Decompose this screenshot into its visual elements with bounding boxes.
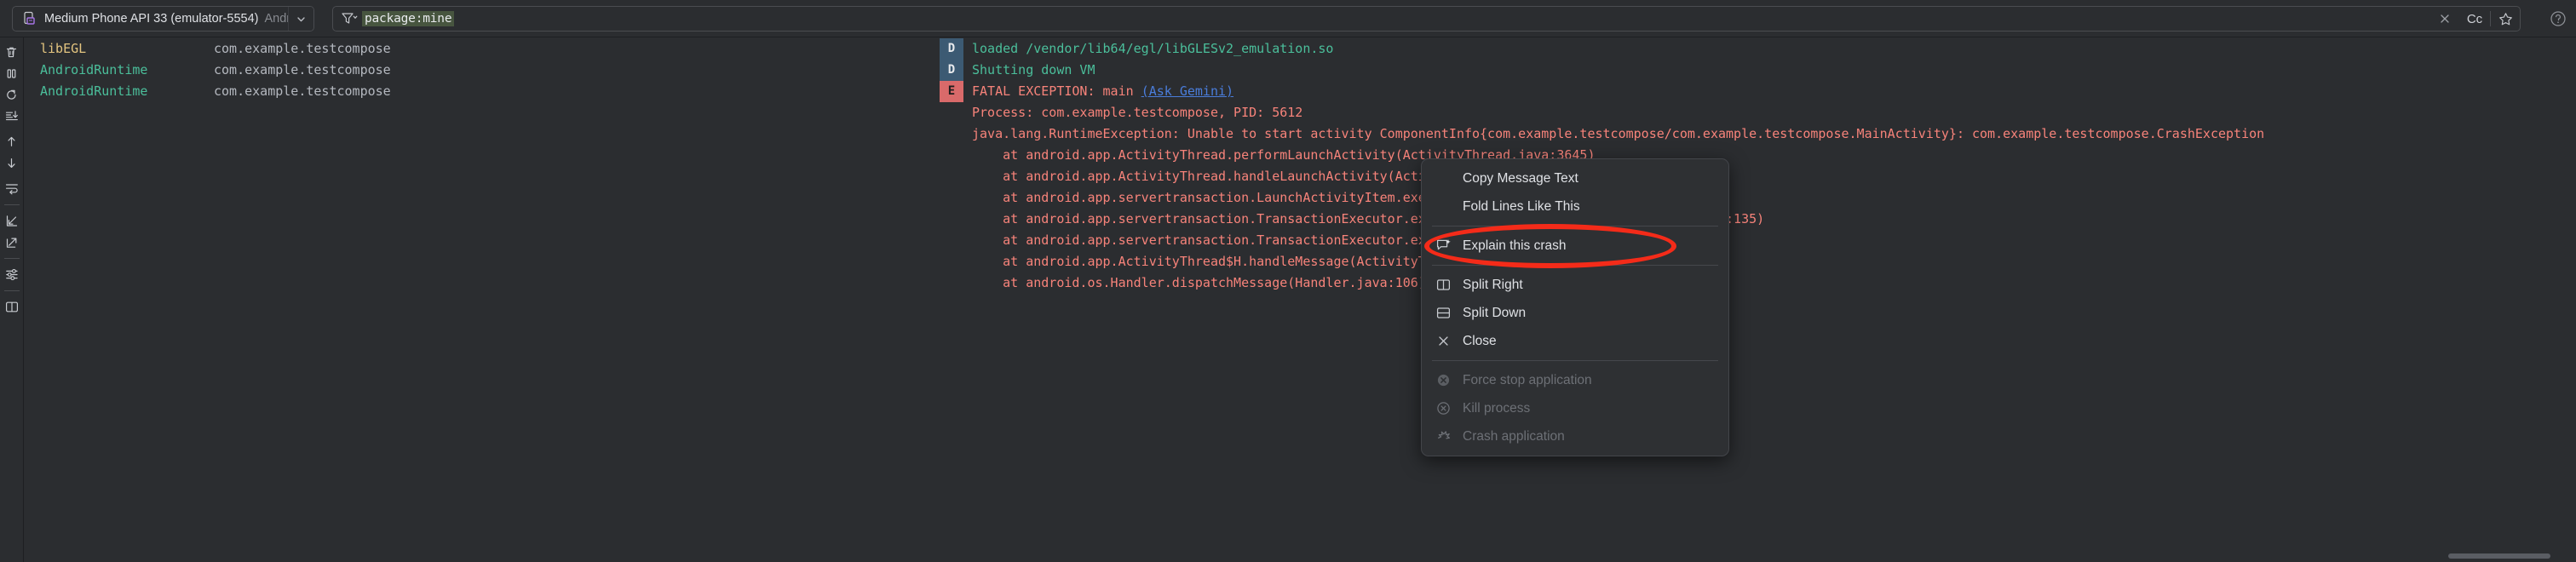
split-right-icon bbox=[1434, 276, 1452, 295]
log-row[interactable]: java.lang.RuntimeException: Unable to st… bbox=[25, 123, 2576, 145]
menu-separator bbox=[1432, 226, 1718, 227]
menu-crash-application: Crash application bbox=[1422, 422, 1728, 450]
filter-funnel-icon[interactable] bbox=[341, 11, 358, 26]
logcat-toolbar: Medium Phone API 33 (emulator-5554) Andr… bbox=[0, 0, 2576, 37]
log-message: loaded /vendor/lib64/egl/libGLESv2_emula… bbox=[972, 41, 1334, 56]
gemini-chat-sparkle-icon bbox=[1434, 237, 1452, 255]
menu-close[interactable]: Close bbox=[1422, 327, 1728, 355]
menu-item-label: Explain this crash bbox=[1463, 238, 1567, 253]
menu-item-label: Kill process bbox=[1463, 400, 1531, 416]
scroll-to-end-button[interactable] bbox=[0, 106, 24, 127]
log-row[interactable]: libEGL com.example.testcompose Dloaded /ve… bbox=[25, 38, 2576, 60]
device-name-label: Medium Phone API 33 (emulator-5554) bbox=[44, 12, 259, 26]
horizontal-scrollbar-thumb[interactable] bbox=[2448, 553, 2550, 559]
log-level-badge: D bbox=[940, 38, 963, 60]
log-package: com.example.testcompose bbox=[214, 41, 391, 56]
menu-item-label: Copy Message Text bbox=[1463, 170, 1578, 186]
log-message: java.lang.RuntimeException: Unable to st… bbox=[972, 126, 2265, 141]
next-occurrence-button[interactable] bbox=[0, 152, 24, 174]
log-row[interactable]: Process: com.example.testcompose, PID: 5… bbox=[25, 102, 2576, 123]
help-question-icon[interactable] bbox=[2549, 9, 2567, 28]
log-row[interactable]: at android.app.servertransaction.Transac… bbox=[25, 230, 2576, 251]
log-row[interactable]: at android.app.ActivityThread$H.handleMe… bbox=[25, 251, 2576, 272]
menu-item-label: Split Down bbox=[1463, 305, 1527, 320]
log-tag: libEGL bbox=[40, 41, 87, 56]
log-row[interactable]: at android.os.Handler.dispatchMessage(Ha… bbox=[25, 272, 2576, 294]
sidebar-divider bbox=[3, 204, 20, 205]
menu-explain-this-crash[interactable]: Explain this crash bbox=[1422, 232, 1728, 260]
log-tag: AndroidRuntime bbox=[40, 62, 148, 77]
filter-query-text[interactable]: package:mine bbox=[362, 11, 455, 26]
menu-item-label: Crash application bbox=[1463, 428, 1565, 444]
log-message: at android.os.Handler.dispatchMessage(Ha… bbox=[972, 275, 1426, 290]
menu-separator bbox=[1432, 265, 1718, 266]
log-row[interactable]: AndroidRuntime com.example.testcompose D Sh… bbox=[25, 60, 2576, 81]
device-phone-icon bbox=[21, 10, 38, 27]
menu-split-right[interactable]: Split Right bbox=[1422, 271, 1728, 299]
star-icon[interactable] bbox=[2491, 7, 2520, 31]
menu-separator bbox=[1432, 360, 1718, 361]
log-level-badge: D bbox=[940, 60, 963, 81]
logcat-sidebar-toolbar bbox=[0, 37, 24, 562]
logcat-filter-field[interactable]: package:mine Cc bbox=[332, 6, 2521, 32]
log-package: com.example.testcompose bbox=[214, 62, 391, 77]
log-tag: AndroidRuntime bbox=[40, 83, 148, 99]
menu-item-label: Fold Lines Like This bbox=[1463, 198, 1580, 214]
crash-application-icon bbox=[1434, 427, 1452, 446]
kill-process-icon bbox=[1434, 399, 1452, 418]
menu-fold-lines-like-this[interactable]: Fold Lines Like This bbox=[1422, 192, 1728, 221]
clear-logcat-button[interactable] bbox=[0, 42, 24, 63]
split-down-icon bbox=[1434, 304, 1452, 323]
close-x-icon[interactable] bbox=[2430, 7, 2459, 31]
pause-button[interactable] bbox=[0, 63, 24, 84]
close-x-icon bbox=[1434, 332, 1452, 351]
menu-force-stop-application: Force stop application bbox=[1422, 366, 1728, 394]
sidebar-divider bbox=[3, 258, 20, 259]
restart-logcat-button[interactable] bbox=[0, 84, 24, 106]
menu-icon-placeholder bbox=[1434, 198, 1452, 216]
log-row[interactable]: AndroidRuntime com.example.testcompose E FA… bbox=[25, 81, 2576, 102]
chevron-down-icon[interactable] bbox=[288, 7, 313, 31]
configure-button[interactable] bbox=[0, 264, 24, 285]
force-stop-icon bbox=[1434, 371, 1452, 390]
previous-occurrence-button[interactable] bbox=[0, 131, 24, 152]
split-panel-button[interactable] bbox=[0, 296, 24, 318]
log-message: Shutting down VM bbox=[972, 62, 1095, 77]
menu-item-label: Split Right bbox=[1463, 277, 1523, 292]
soft-wrap-button[interactable] bbox=[0, 178, 24, 199]
log-level-badge: E bbox=[940, 81, 963, 102]
menu-item-label: Close bbox=[1463, 333, 1497, 348]
log-message: FATAL EXCEPTION: main (Ask Gemini) bbox=[972, 81, 1233, 102]
log-row[interactable]: at android.app.ActivityThread.handleLaun… bbox=[25, 166, 2576, 187]
log-row[interactable]: at android.app.servertransaction.Transac… bbox=[25, 209, 2576, 230]
horizontal-scrollbar[interactable] bbox=[1013, 552, 2576, 559]
match-case-button[interactable]: Cc bbox=[2459, 7, 2490, 31]
log-package: com.example.testcompose bbox=[214, 83, 391, 99]
ask-gemini-link[interactable]: (Ask Gemini) bbox=[1141, 83, 1233, 99]
menu-icon-placeholder bbox=[1434, 169, 1452, 188]
log-message-text: FATAL EXCEPTION: main bbox=[972, 83, 1141, 99]
log-message: Process: com.example.testcompose, PID: 5… bbox=[972, 105, 1303, 120]
menu-copy-message-text[interactable]: Copy Message Text bbox=[1422, 164, 1728, 192]
expand-lines-button[interactable] bbox=[0, 232, 24, 253]
sidebar-divider bbox=[3, 290, 20, 291]
logcat-output[interactable]: libEGL com.example.testcompose Dloaded /ve… bbox=[25, 38, 2576, 562]
log-row[interactable]: at android.app.ActivityThread.performLau… bbox=[25, 145, 2576, 166]
collapse-lines-button[interactable] bbox=[0, 210, 24, 232]
menu-kill-process: Kill process bbox=[1422, 394, 1728, 422]
log-row[interactable]: at android.app.servertransaction.LaunchA… bbox=[25, 187, 2576, 209]
menu-split-down[interactable]: Split Down bbox=[1422, 299, 1728, 327]
logcat-context-menu[interactable]: Copy Message Text Fold Lines Like This Exp… bbox=[1421, 158, 1729, 456]
menu-item-label: Force stop application bbox=[1463, 372, 1592, 387]
device-selector-dropdown[interactable]: Medium Phone API 33 (emulator-5554) Andr… bbox=[12, 6, 314, 32]
